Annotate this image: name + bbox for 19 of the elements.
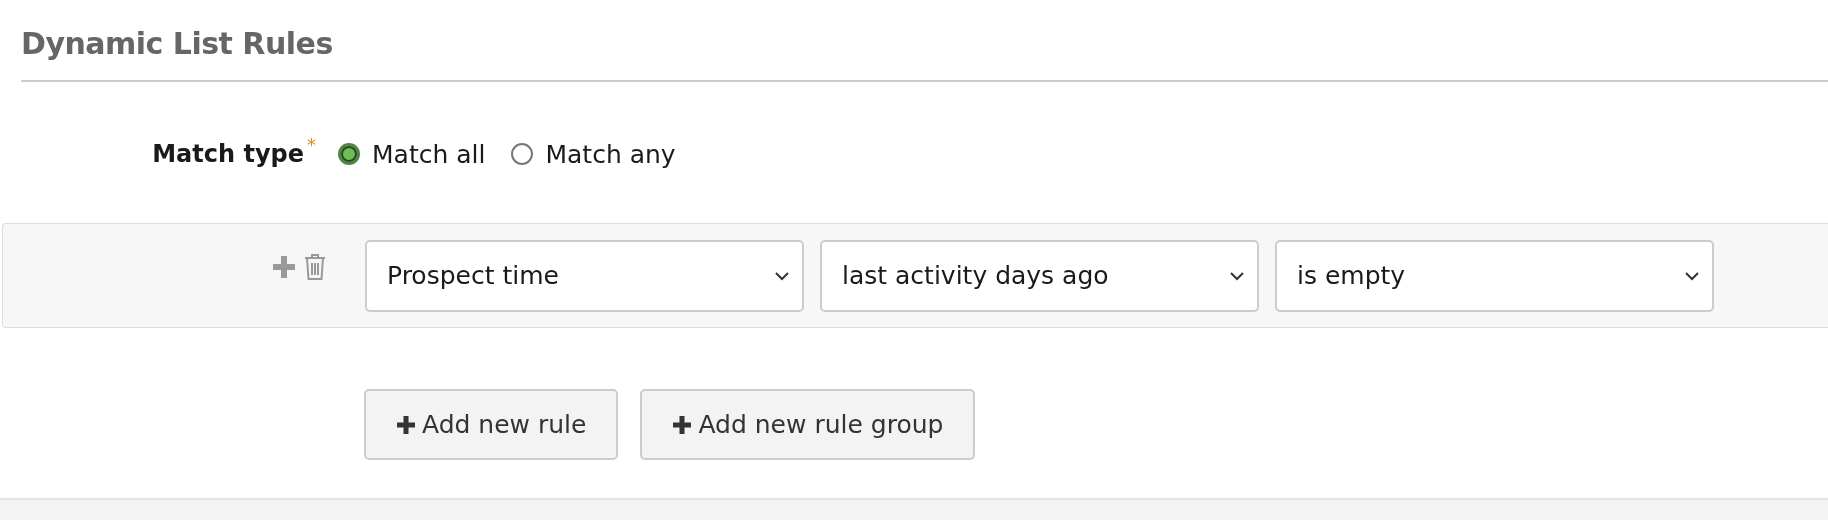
radio-option[interactable]: Match any — [511, 139, 676, 169]
section-title: Dynamic List Rules — [21, 25, 333, 63]
add-button[interactable]: Add new rule — [364, 389, 619, 460]
add-icon[interactable] — [271, 253, 297, 280]
chevron-down-icon — [1229, 270, 1245, 281]
required-asterisk: * — [307, 134, 316, 155]
chevron-down-icon — [1684, 270, 1700, 281]
match-type-label: Match type — [152, 140, 304, 168]
plus-icon — [672, 414, 693, 435]
dropdown-field[interactable]: Prospect time — [365, 239, 804, 312]
dropdown-field[interactable]: is empty — [1275, 239, 1714, 312]
radio-option[interactable]: Match all — [338, 139, 486, 169]
radio-button[interactable] — [511, 143, 534, 165]
dropdown-field[interactable]: last activity days ago — [820, 239, 1259, 312]
chevron-down-icon — [774, 270, 790, 281]
radio-button[interactable] — [338, 143, 360, 165]
trash-icon[interactable] — [303, 252, 327, 281]
add-button[interactable]: Add new rule group — [640, 389, 976, 460]
plus-icon — [396, 414, 416, 435]
